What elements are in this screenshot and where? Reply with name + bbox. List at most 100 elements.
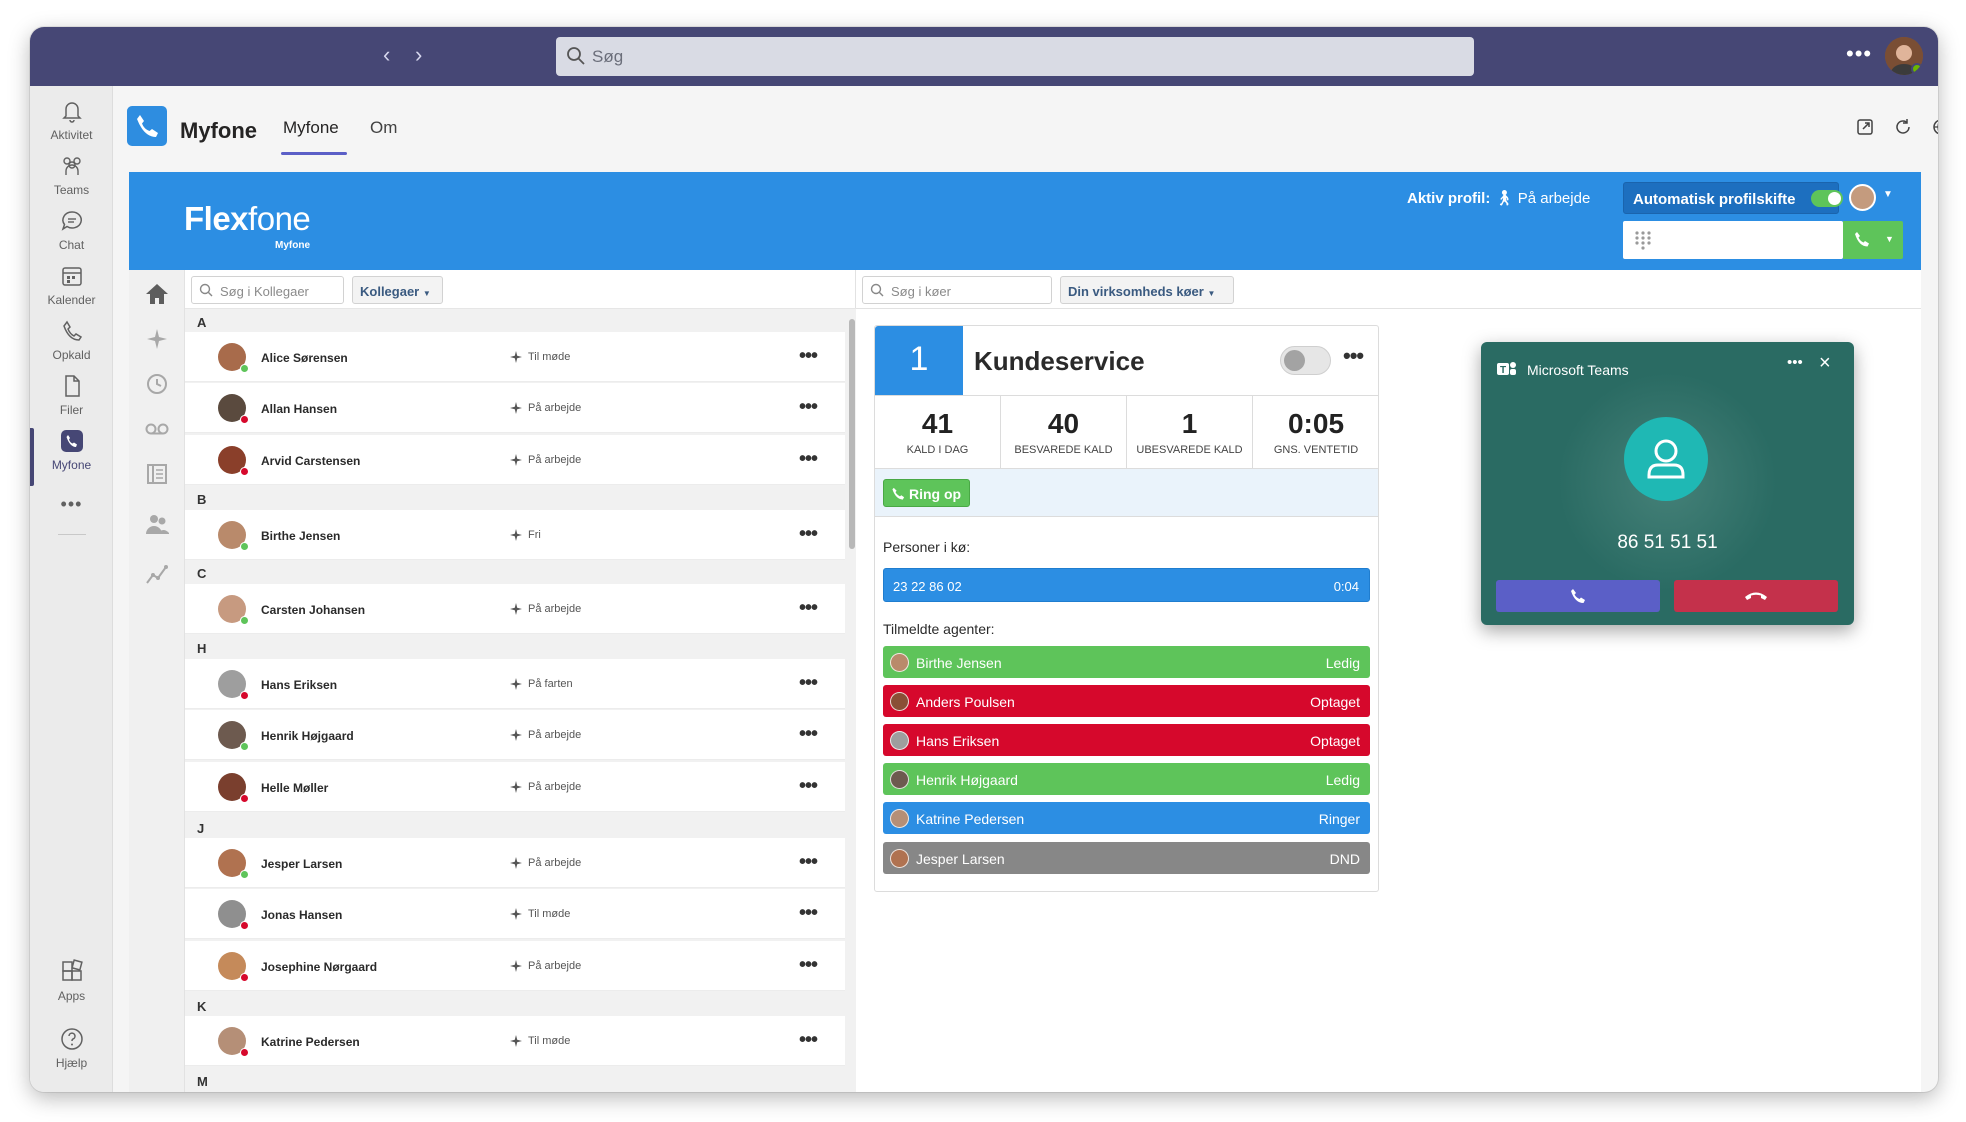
row-more-options-icon[interactable]: ••• [799, 448, 818, 471]
colleague-row[interactable]: Allan Hansen På arbejde ••• [185, 383, 845, 433]
row-more-options-icon[interactable]: ••• [799, 902, 818, 925]
colleague-row[interactable]: Helle Møller På arbejde ••• [185, 762, 845, 812]
agent-avatar [890, 809, 909, 828]
colleague-row[interactable]: Hans Eriksen På farten ••• [185, 659, 845, 709]
caller-wait-time: 0:04 [1333, 579, 1359, 594]
colleague-row[interactable]: Birthe Jensen Fri ••• [185, 510, 845, 560]
presence-busy-icon [240, 794, 249, 803]
ring-op-button[interactable]: Ring op [883, 479, 970, 507]
rail-item-opkald[interactable]: Opkald [30, 318, 113, 378]
profile-person-icon: 🚶︎ [1494, 190, 1514, 207]
group-letter: J [197, 821, 205, 836]
dial-number-input[interactable] [1623, 221, 1843, 259]
profile-avatar[interactable] [1849, 184, 1876, 211]
rail-item-myfone[interactable]: Myfone [30, 428, 113, 488]
forward-arrow-icon[interactable]: › [415, 43, 422, 67]
agent-row[interactable]: Birthe Jensen Ledig [883, 646, 1370, 678]
row-more-options-icon[interactable]: ••• [799, 672, 818, 695]
user-avatar[interactable] [1885, 37, 1923, 75]
chevron-down-icon[interactable]: ▼ [1885, 234, 1894, 244]
agent-row[interactable]: Jesper Larsen DND [883, 842, 1370, 874]
status-icon[interactable] [143, 325, 171, 353]
queue-filter-dropdown[interactable]: Din virksomheds køer ▼ [1060, 276, 1234, 304]
auto-profile-toggle[interactable] [1811, 190, 1843, 207]
stat-answered-calls: 40 BESVAREDE KALD [1001, 396, 1127, 470]
agent-status: Ringer [1318, 811, 1360, 827]
colleague-list-scrollbar[interactable] [849, 319, 855, 549]
colleague-row[interactable]: Arvid Carstensen På arbejde ••• [185, 435, 845, 485]
agent-row[interactable]: Anders Poulsen Optaget [883, 685, 1370, 717]
rail-item-help[interactable]: Hjælp [30, 1026, 113, 1086]
row-more-options-icon[interactable]: ••• [799, 851, 818, 874]
history-clock-icon[interactable] [143, 370, 171, 398]
call-more-options-icon[interactable]: ••• [1787, 354, 1803, 371]
dialpad-icon[interactable] [1632, 229, 1654, 251]
colleague-name: Jesper Larsen [261, 857, 343, 871]
decline-call-button[interactable] [1674, 580, 1838, 612]
colleague-row[interactable]: Henrik Højgaard På arbejde ••• [185, 710, 845, 760]
refresh-icon[interactable] [1892, 116, 1914, 138]
agent-row[interactable]: Katrine Pedersen Ringer [883, 802, 1370, 834]
contacts-book-icon[interactable] [143, 460, 171, 488]
colleague-row[interactable]: Jesper Larsen På arbejde ••• [185, 838, 845, 888]
colleague-search-input[interactable]: Søg i Kollegaer [191, 276, 344, 304]
colleague-filter-dropdown[interactable]: Kollegaer ▼ [352, 276, 443, 304]
rail-item-teams[interactable]: Teams [30, 153, 113, 213]
row-more-options-icon[interactable]: ••• [799, 723, 818, 746]
row-more-options-icon[interactable]: ••• [799, 345, 818, 368]
colleague-list[interactable]: A Alice Sørensen Til møde ••• Allan Hans… [185, 308, 856, 1092]
queue-name: Kundeservice [974, 346, 1145, 376]
back-arrow-icon[interactable]: ‹ [383, 43, 390, 67]
colleague-name: Helle Møller [261, 781, 329, 795]
rail-item-apps[interactable]: Apps [30, 959, 113, 1019]
agent-status: DND [1329, 851, 1360, 867]
rail-more-apps-icon[interactable]: ••• [30, 494, 113, 524]
accept-call-button[interactable] [1496, 580, 1660, 612]
popout-icon[interactable] [1854, 116, 1876, 138]
chevron-down-icon[interactable]: ▼ [1883, 189, 1893, 200]
rail-label: Opkald [52, 348, 91, 362]
flexfone-header: Flexfone Myfone Aktiv profil: 🚶︎ På arbe… [129, 172, 1921, 270]
ring-op-label: Ring op [909, 486, 962, 502]
tab-om[interactable]: Om [370, 118, 397, 138]
rail-item-aktivitet[interactable]: Aktivitet [30, 98, 113, 158]
colleague-search-placeholder: Søg i Kollegaer [220, 284, 309, 299]
global-search-input[interactable]: Søg [556, 37, 1474, 76]
queue-more-options-icon[interactable]: ••• [1343, 343, 1364, 369]
row-more-options-icon[interactable]: ••• [799, 597, 818, 620]
queue-enable-toggle[interactable] [1280, 346, 1331, 375]
agent-row[interactable]: Hans Eriksen Optaget [883, 724, 1370, 756]
row-more-options-icon[interactable]: ••• [799, 954, 818, 977]
globe-icon[interactable] [1930, 116, 1938, 138]
colleague-row[interactable]: Jonas Hansen Til møde ••• [185, 889, 845, 939]
close-icon[interactable]: × [1819, 352, 1831, 375]
colleague-row[interactable]: Carsten Johansen På arbejde ••• [185, 584, 845, 634]
colleague-row[interactable]: Alice Sørensen Til møde ••• [185, 332, 845, 382]
more-options-icon[interactable]: ••• [1846, 41, 1872, 67]
row-more-options-icon[interactable]: ••• [799, 775, 818, 798]
rail-item-kalender[interactable]: Kalender [30, 263, 113, 323]
row-more-options-icon[interactable]: ••• [799, 1029, 818, 1052]
colleague-row[interactable]: Katrine Pedersen Til møde ••• [185, 1016, 845, 1066]
chevron-down-icon: ▼ [1207, 289, 1216, 298]
active-profile[interactable]: Aktiv profil: 🚶︎ På arbejde [1407, 189, 1590, 207]
rail-item-filer[interactable]: Filer [30, 373, 113, 433]
colleagues-group-icon[interactable] [143, 510, 171, 538]
colleague-status: På arbejde [528, 857, 582, 869]
dial-call-button[interactable]: ▼ [1843, 221, 1903, 259]
queue-search-input[interactable]: Søg i køer [862, 276, 1052, 304]
home-icon[interactable] [143, 280, 171, 308]
status-icon [510, 603, 522, 615]
auto-profile-switch[interactable]: Automatisk profilskifte [1623, 182, 1843, 214]
rail-item-chat[interactable]: Chat [30, 208, 113, 268]
agent-row[interactable]: Henrik Højgaard Ledig [883, 763, 1370, 795]
queued-caller[interactable]: 23 22 86 02 0:04 [883, 568, 1370, 602]
row-more-options-icon[interactable]: ••• [799, 396, 818, 419]
colleague-row[interactable]: Josephine Nørgaard På arbejde ••• [185, 941, 845, 991]
presence-available-icon [1911, 63, 1923, 75]
teams-window: ‹ › Søg ••• Aktivitet Teams Chat Kalende… [30, 27, 1938, 1092]
tab-myfone[interactable]: Myfone [283, 118, 339, 138]
voicemail-icon[interactable] [143, 415, 171, 443]
row-more-options-icon[interactable]: ••• [799, 523, 818, 546]
statistics-graph-icon[interactable] [143, 560, 171, 588]
